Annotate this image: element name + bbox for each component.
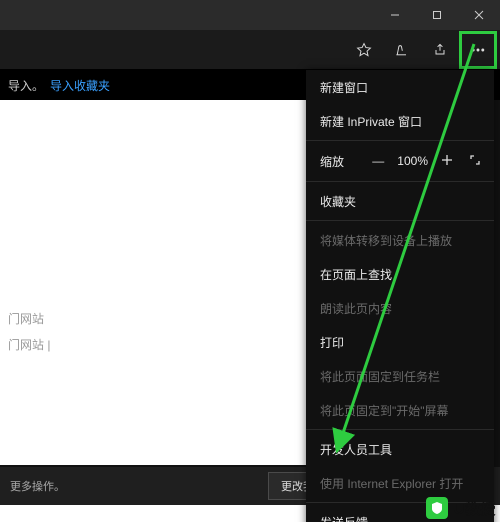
import-favorites-link[interactable]: 导入收藏夹 [50,77,110,94]
browser-toolbar [0,30,500,70]
menu-separator [306,220,494,221]
notification-label: 更多操作。 [10,478,65,494]
menu-separator [306,140,494,141]
zoom-value: 100% [397,154,428,168]
menu-separator [306,429,494,430]
fullscreen-button[interactable] [466,154,484,169]
watermark: U教授 [426,496,496,520]
share-button[interactable] [422,32,458,68]
watermark-text: U教授 [454,498,496,519]
menu-zoom-row: 缩放 — 100% [306,143,494,179]
browser-window: 导入。 导入收藏夹 门网站 门网站 | 新建窗口 新建 InPrivate 窗口… [0,0,500,505]
zoom-out-button[interactable]: — [369,154,387,168]
menu-print[interactable]: 打印 [306,325,494,359]
menu-cast: 将媒体转移到设备上播放 [306,223,494,257]
menu-pin-taskbar: 将此页面固定到任务栏 [306,359,494,393]
close-button[interactable] [458,0,500,30]
menu-open-ie: 使用 Internet Explorer 打开 [306,466,494,500]
more-menu-button[interactable] [460,32,496,68]
content-text-1: 门网站 [8,310,44,327]
content-text-2: 门网站 | [8,336,50,353]
menu-new-window[interactable]: 新建窗口 [306,70,494,104]
menu-devtools[interactable]: 开发人员工具 [306,432,494,466]
favorites-star-button[interactable] [346,32,382,68]
reading-list-button[interactable] [384,32,420,68]
menu-separator [306,181,494,182]
more-menu-dropdown: 新建窗口 新建 InPrivate 窗口 缩放 — 100% 收藏夹 将媒体转移… [306,70,494,522]
import-prefix: 导入。 [8,77,44,94]
watermark-logo-icon [426,497,448,519]
menu-find[interactable]: 在页面上查找 [306,257,494,291]
zoom-label: 缩放 [320,153,344,170]
menu-pin-start: 将此页固定到"开始"屏幕 [306,393,494,427]
minimize-button[interactable] [374,0,416,30]
window-titlebar [0,0,500,30]
maximize-button[interactable] [416,0,458,30]
menu-favorites[interactable]: 收藏夹 [306,184,494,218]
page-content: 门网站 门网站 | [0,100,340,465]
zoom-in-button[interactable] [438,154,456,169]
menu-read-aloud: 朗读此页内容 [306,291,494,325]
menu-new-inprivate[interactable]: 新建 InPrivate 窗口 [306,104,494,138]
